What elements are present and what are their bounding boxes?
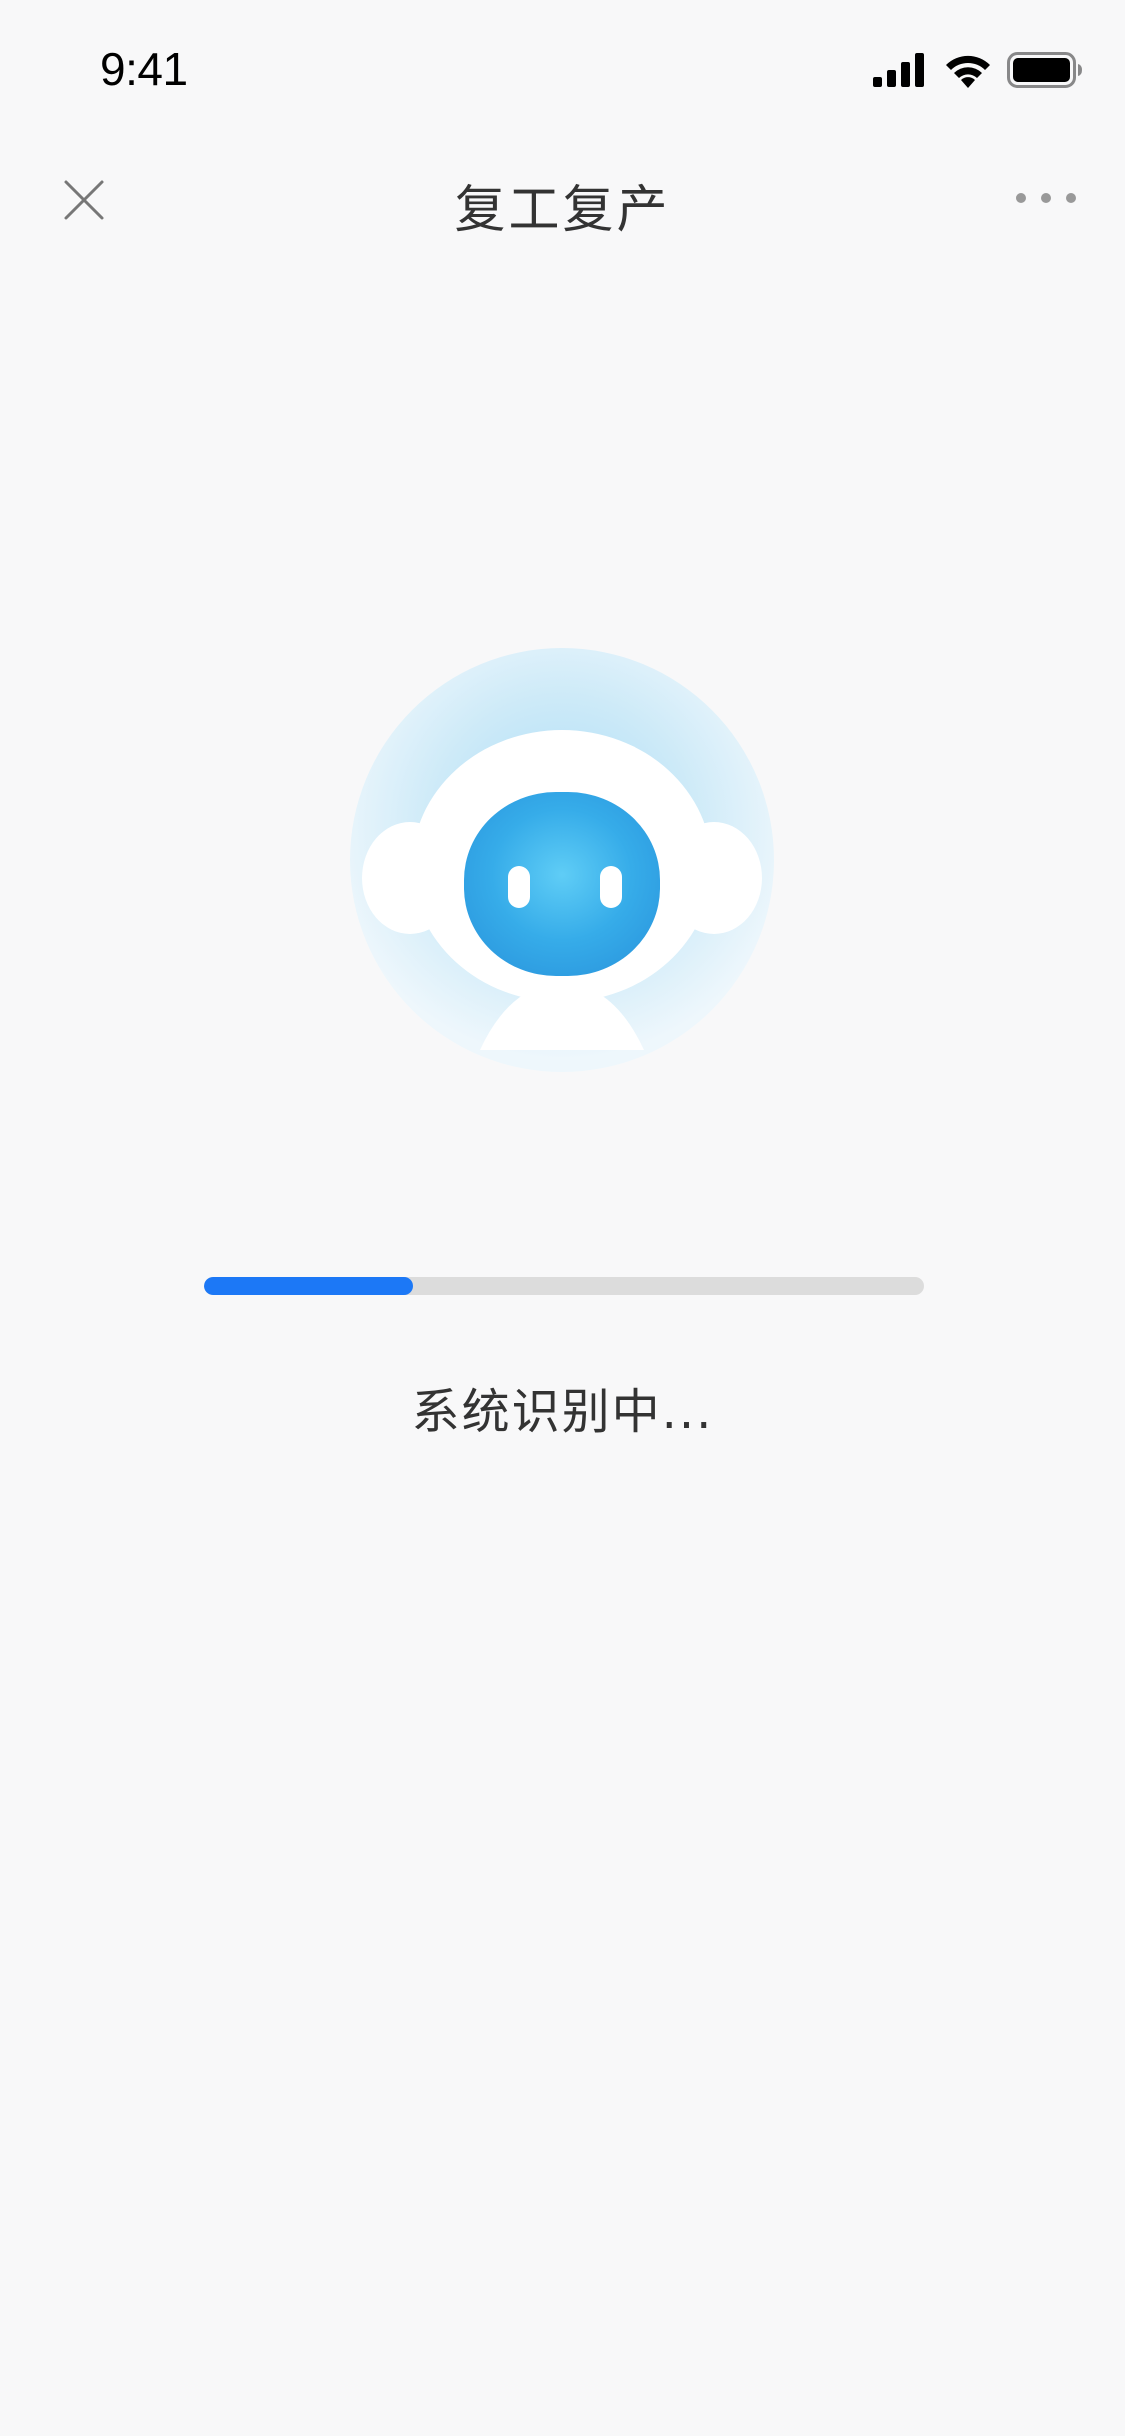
wifi-icon — [946, 55, 990, 88]
recognition-status-text: 系统识别中... — [411, 1384, 714, 1440]
more-dots-icon[interactable] — [1011, 186, 1081, 210]
cellular-signal-icon — [873, 53, 924, 87]
status-icons — [873, 50, 1083, 90]
nav-bar: 复工复产 — [0, 132, 1125, 264]
status-bar: 9:41 — [0, 0, 1125, 132]
battery-icon — [1007, 52, 1082, 88]
progress-bar — [204, 1277, 924, 1295]
progress-fill — [204, 1277, 413, 1295]
page-title: 复工复产 — [454, 181, 671, 240]
status-time: 9:41 — [100, 43, 188, 95]
robot-illustration — [340, 630, 785, 1075]
robot-assistant-icon — [350, 648, 774, 1072]
